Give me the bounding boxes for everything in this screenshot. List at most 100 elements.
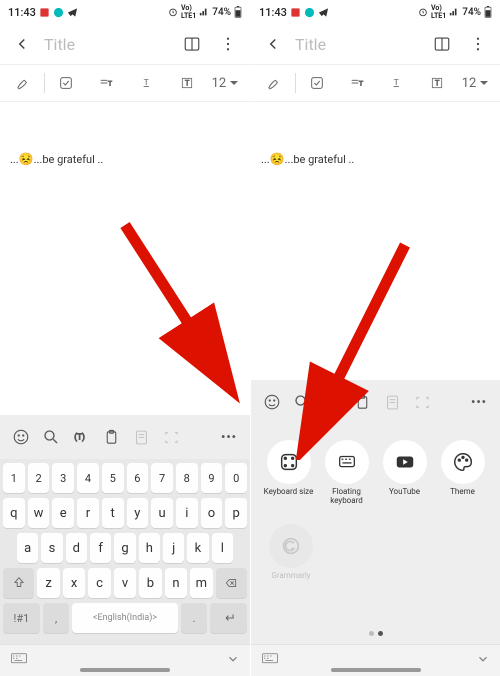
key-0[interactable]: 0 <box>225 463 247 493</box>
symbols-key[interactable]: !#1 <box>3 603 40 633</box>
key-a[interactable]: a <box>17 533 38 563</box>
pen-icon[interactable] <box>255 68 293 98</box>
key-o[interactable]: o <box>201 498 223 528</box>
key-s[interactable]: s <box>41 533 62 563</box>
font-size-picker[interactable]: 12 <box>208 68 246 98</box>
translate-icon[interactable]: (T) <box>317 387 347 417</box>
key-n[interactable]: n <box>165 568 187 598</box>
key-l[interactable]: l <box>212 533 233 563</box>
text-color-icon[interactable]: T <box>128 68 166 98</box>
key-8[interactable]: 8 <box>176 463 198 493</box>
nav-handle[interactable] <box>331 668 421 672</box>
key-p[interactable]: p <box>225 498 247 528</box>
key-d[interactable]: d <box>66 533 87 563</box>
scan-icon[interactable] <box>407 387 437 417</box>
status-bar: 11:43 Vo)LTE1 74% <box>251 0 500 24</box>
clipboard-icon[interactable] <box>347 387 377 417</box>
option-keyboard-size[interactable]: Keyboard size <box>263 440 315 506</box>
font-size-picker[interactable]: 12 <box>458 68 496 98</box>
reader-icon[interactable] <box>178 30 206 58</box>
more-menu-icon[interactable] <box>214 30 242 58</box>
emoji-grateful: 😣 <box>270 152 285 166</box>
key-2[interactable]: 2 <box>28 463 50 493</box>
key-7[interactable]: 7 <box>151 463 173 493</box>
text-style-icon[interactable]: T <box>338 68 376 98</box>
more-menu-icon[interactable] <box>464 30 492 58</box>
spacebar[interactable]: < English(India) > <box>72 603 177 633</box>
search-icon[interactable] <box>36 422 66 452</box>
clipboard-icon[interactable] <box>96 422 126 452</box>
search-icon[interactable] <box>287 387 317 417</box>
key-m[interactable]: m <box>190 568 212 598</box>
note-body[interactable]: ...😣...be grateful .. <box>0 102 250 176</box>
doc-icon[interactable] <box>377 387 407 417</box>
shift-key[interactable] <box>3 568 34 598</box>
key-b[interactable]: b <box>139 568 161 598</box>
backspace-key[interactable] <box>216 568 247 598</box>
key-h[interactable]: h <box>139 533 160 563</box>
back-button[interactable] <box>259 30 287 58</box>
text-style-icon[interactable]: T <box>87 68 125 98</box>
keyboard-collapse-icon[interactable] <box>226 651 240 670</box>
key-9[interactable]: 9 <box>201 463 223 493</box>
key-c[interactable]: c <box>88 568 110 598</box>
key-t[interactable]: t <box>102 498 124 528</box>
dot-key[interactable]: . <box>181 603 207 633</box>
key-z[interactable]: z <box>37 568 59 598</box>
title-field[interactable]: Title <box>44 35 170 54</box>
key-k[interactable]: k <box>187 533 208 563</box>
key-f[interactable]: f <box>90 533 111 563</box>
translate-icon[interactable]: (T) <box>66 422 96 452</box>
option-floating-keyboard[interactable]: Floating keyboard <box>321 440 373 506</box>
key-v[interactable]: v <box>114 568 136 598</box>
option-grammarly[interactable]: Grammarly <box>265 524 317 581</box>
key-g[interactable]: g <box>114 533 135 563</box>
back-button[interactable] <box>8 30 36 58</box>
enter-key[interactable] <box>210 603 247 633</box>
format-toolbar: T T T 12 <box>0 64 250 102</box>
pen-icon[interactable] <box>4 68 42 98</box>
nav-handle[interactable] <box>80 668 170 672</box>
battery-pct: 74% <box>462 7 481 18</box>
text-bg-icon[interactable]: T <box>168 68 206 98</box>
reader-icon[interactable] <box>428 30 456 58</box>
keyboard-switch-icon[interactable] <box>10 651 28 670</box>
checkbox-icon[interactable] <box>298 68 336 98</box>
option-theme[interactable]: Theme <box>437 440 489 506</box>
dot-1[interactable] <box>369 631 374 636</box>
title-field[interactable]: Title <box>295 35 420 54</box>
emoji-icon[interactable] <box>6 422 36 452</box>
key-y[interactable]: y <box>127 498 149 528</box>
key-i[interactable]: i <box>176 498 198 528</box>
key-u[interactable]: u <box>151 498 173 528</box>
note-header: Title <box>0 24 250 64</box>
key-w[interactable]: w <box>28 498 50 528</box>
scan-icon[interactable] <box>156 422 186 452</box>
key-5[interactable]: 5 <box>102 463 124 493</box>
key-r[interactable]: r <box>77 498 99 528</box>
note-body[interactable]: ...😣...be grateful .. <box>251 102 500 176</box>
dot-2[interactable] <box>378 631 383 636</box>
key-q[interactable]: q <box>3 498 25 528</box>
key-j[interactable]: j <box>163 533 184 563</box>
key-3[interactable]: 3 <box>52 463 74 493</box>
doc-icon[interactable] <box>126 422 156 452</box>
key-6[interactable]: 6 <box>127 463 149 493</box>
keyboard-more-icon[interactable]: ••• <box>464 387 494 417</box>
keyboard-switch-icon[interactable] <box>261 651 279 670</box>
emoji-icon[interactable] <box>257 387 287 417</box>
key-x[interactable]: x <box>63 568 85 598</box>
checkbox-icon[interactable] <box>47 68 85 98</box>
text-color-icon[interactable]: T <box>378 68 416 98</box>
alarm-icon <box>418 7 428 17</box>
option-youtube[interactable]: YouTube <box>379 440 431 506</box>
key-4[interactable]: 4 <box>77 463 99 493</box>
gallery-icon <box>39 7 50 18</box>
status-bar: 11:43 Vo)LTE1 74% <box>0 0 250 24</box>
key-e[interactable]: e <box>52 498 74 528</box>
keyboard-more-icon[interactable]: ••• <box>214 422 244 452</box>
keyboard-collapse-icon[interactable] <box>476 651 490 670</box>
comma-key[interactable]: , <box>43 603 69 633</box>
text-bg-icon[interactable]: T <box>418 68 456 98</box>
key-1[interactable]: 1 <box>3 463 25 493</box>
